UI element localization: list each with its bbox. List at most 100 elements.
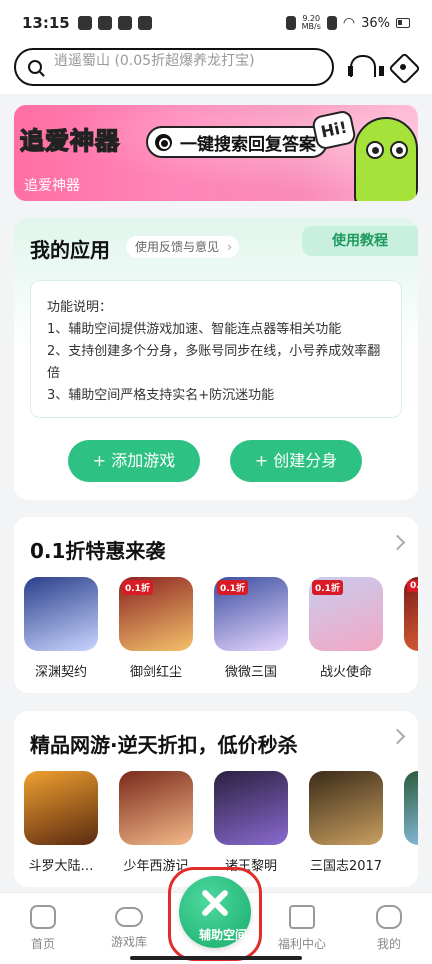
chevron-right-icon[interactable] bbox=[392, 535, 404, 547]
game-item[interactable]: 0.1折 微微三国 bbox=[214, 577, 288, 680]
wifi-icon: ◠ bbox=[342, 15, 356, 31]
game-name: 深渊契约 bbox=[34, 665, 87, 680]
status-bar: 13:15 9.20 MB/s ◠ 36% bbox=[0, 0, 432, 46]
banner-pill-text: 一键搜索回复答案 bbox=[180, 134, 316, 155]
search-bar[interactable]: 逍遥蜀山 (0.05折超爆养龙打宝) bbox=[14, 48, 334, 86]
feedback-label: 使用反馈与意见 bbox=[135, 240, 220, 254]
promo-banner[interactable]: 追爱神器 一键搜索回复答案 Hi! 追爱神器 bbox=[14, 105, 418, 201]
game-name: 战火使命 bbox=[319, 665, 372, 680]
game-item[interactable]: 豪 bbox=[404, 771, 418, 874]
feature-description: 功能说明： 1、辅助空间提供游戏加速、智能连点器等相关功能 2、支持创建多个分身… bbox=[30, 280, 402, 418]
tutorial-button[interactable]: 使用教程 bbox=[302, 226, 418, 256]
customer-service-icon[interactable] bbox=[346, 52, 384, 82]
desc-heading: 功能说明： bbox=[47, 300, 113, 315]
section-title: 精品网游·逆天折扣，低价秒杀 bbox=[30, 733, 298, 757]
nav-welfare-center[interactable]: 福利中心 bbox=[267, 905, 337, 952]
game-item[interactable]: 三国志2017 bbox=[309, 771, 383, 874]
search-icon bbox=[155, 134, 172, 151]
game-item[interactable]: 诸王黎明 bbox=[214, 771, 288, 874]
vibrate-icon bbox=[285, 16, 296, 30]
game-icon bbox=[309, 771, 383, 845]
feedback-link[interactable]: 使用反馈与意见 › bbox=[126, 236, 240, 258]
net-speed: 9.20 MB/s bbox=[302, 15, 321, 31]
crown-icon bbox=[137, 16, 152, 30]
game-name: 微微三国 bbox=[224, 665, 277, 680]
game-item[interactable]: 深渊契约 bbox=[24, 577, 98, 680]
mascot-eye bbox=[390, 141, 408, 159]
add-game-button[interactable]: + 添加游戏 bbox=[68, 440, 200, 482]
premium-section: 精品网游·逆天折扣，低价秒杀 斗罗大陆… 少年西游记 诸王黎明 三国志2017 … bbox=[14, 711, 418, 887]
discount-tag: 0.1折 bbox=[217, 580, 248, 595]
nav-label: 我的 bbox=[376, 937, 401, 951]
tv-gift-icon bbox=[289, 905, 315, 929]
nav-assist-space[interactable]: 辅助空间 bbox=[168, 867, 262, 961]
discount-tag: 0.1折 bbox=[122, 580, 153, 595]
game-list: 深渊契约 0.1折 御剑红尘 0.1折 微微三国 0.1折 战火使命 0.1 仙 bbox=[24, 577, 418, 680]
nav-label: 首页 bbox=[30, 937, 55, 951]
game-list: 斗罗大陆… 少年西游记 诸王黎明 三国志2017 豪 bbox=[24, 771, 418, 874]
game-item[interactable]: 0.1折 战火使命 bbox=[309, 577, 383, 680]
game-icon: 0.1折 bbox=[309, 577, 383, 651]
game-item[interactable]: 0.1 仙 bbox=[404, 577, 418, 680]
my-apps-card: 我的应用 使用反馈与意见 › 使用教程 功能说明： 1、辅助空间提供游戏加速、智… bbox=[14, 218, 418, 500]
discount-tag: 0.1 bbox=[407, 580, 418, 592]
search-placeholder: 逍遥蜀山 (0.05折超爆养龙打宝) bbox=[54, 53, 255, 69]
game-item[interactable]: 0.1折 御剑红尘 bbox=[119, 577, 193, 680]
gamepad-icon bbox=[115, 907, 143, 927]
discount-section: 0.1折特惠来袭 深渊契约 0.1折 御剑红尘 0.1折 微微三国 0.1折 战… bbox=[14, 517, 418, 693]
home-icon bbox=[30, 905, 56, 929]
game-icon bbox=[214, 771, 288, 845]
nav-label: 游戏库 bbox=[110, 935, 147, 949]
home-indicator[interactable] bbox=[130, 956, 302, 960]
chevron-right-icon: › bbox=[227, 240, 233, 254]
notification-app-icon bbox=[77, 16, 92, 30]
sim-off-icon bbox=[326, 16, 337, 30]
status-right: 9.20 MB/s ◠ 36% bbox=[285, 15, 410, 31]
game-icon bbox=[24, 771, 98, 845]
battery-icon bbox=[396, 18, 410, 28]
game-icon bbox=[24, 577, 98, 651]
chat-face-icon bbox=[376, 905, 402, 929]
game-icon: 0.1折 bbox=[214, 577, 288, 651]
battery-percent: 36% bbox=[361, 15, 390, 31]
game-icon: 0.1折 bbox=[119, 577, 193, 651]
mascot-bird-icon bbox=[354, 117, 418, 201]
notification-app-icon bbox=[117, 16, 132, 30]
game-item[interactable]: 少年西游记 bbox=[119, 771, 193, 874]
game-icon: 0.1 bbox=[404, 577, 418, 651]
my-apps-title: 我的应用 bbox=[30, 238, 110, 262]
assist-space-button[interactable]: 辅助空间 bbox=[179, 876, 251, 948]
discount-tag: 0.1折 bbox=[312, 580, 343, 595]
game-name: 仙 bbox=[404, 661, 418, 680]
nav-label: 福利中心 bbox=[277, 937, 326, 951]
status-notification-icons bbox=[77, 16, 152, 30]
desc-line: 3、辅助空间严格支持实名+防沉迷功能 bbox=[47, 388, 275, 403]
section-title: 0.1折特惠来袭 bbox=[30, 539, 166, 563]
banner-title: 追爱神器 bbox=[19, 126, 120, 156]
game-name: 斗罗大陆… bbox=[28, 859, 94, 874]
banner-subtitle: 追爱神器 bbox=[24, 178, 80, 194]
nav-me[interactable]: 我的 bbox=[354, 905, 424, 952]
scan-diamond-icon[interactable] bbox=[388, 52, 418, 82]
notification-app-icon bbox=[97, 16, 112, 30]
top-header: 逍遥蜀山 (0.05折超爆养龙打宝) bbox=[0, 46, 432, 94]
game-icon bbox=[404, 771, 418, 845]
tools-icon bbox=[197, 888, 233, 918]
game-name: 三国志2017 bbox=[309, 859, 383, 874]
game-name: 豪 bbox=[404, 855, 418, 874]
net-speed-unit: MB/s bbox=[301, 22, 321, 31]
search-icon bbox=[28, 60, 42, 74]
status-time: 13:15 bbox=[22, 14, 70, 32]
nav-label: 辅助空间 bbox=[198, 928, 247, 942]
chevron-right-icon[interactable] bbox=[392, 729, 404, 741]
desc-line: 2、支持创建多个分身，多账号同步在线，小号养成效率翻倍 bbox=[47, 344, 381, 381]
mascot-eye bbox=[366, 141, 384, 159]
nav-home[interactable]: 首页 bbox=[8, 905, 78, 952]
nav-game-library[interactable]: 游戏库 bbox=[94, 905, 164, 950]
game-item[interactable]: 斗罗大陆… bbox=[24, 771, 98, 874]
game-icon bbox=[119, 771, 193, 845]
game-name: 御剑红尘 bbox=[129, 665, 182, 680]
create-clone-button[interactable]: + 创建分身 bbox=[230, 440, 362, 482]
banner-search-pill: 一键搜索回复答案 bbox=[146, 126, 328, 158]
desc-line: 1、辅助空间提供游戏加速、智能连点器等相关功能 bbox=[47, 322, 342, 337]
